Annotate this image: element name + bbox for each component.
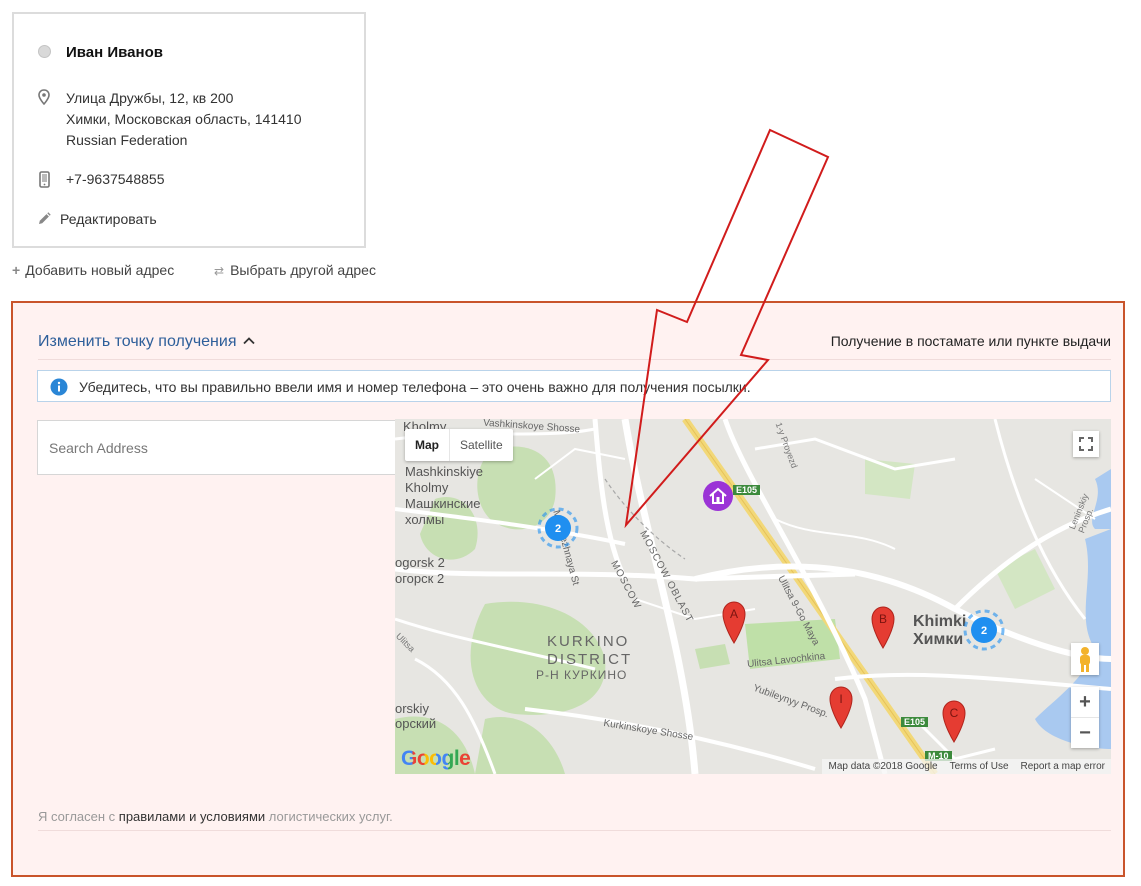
- map-label: Машкинские: [405, 496, 481, 511]
- search-address-input[interactable]: [37, 420, 397, 475]
- map-type-satellite-button[interactable]: Satellite: [449, 429, 513, 461]
- add-address-link[interactable]: + Добавить новый адрес: [12, 262, 174, 278]
- map-label: KURKINO: [547, 633, 630, 650]
- map-pin-a[interactable]: A: [721, 600, 747, 644]
- cluster-marker[interactable]: 2: [963, 609, 1005, 651]
- pin-label: C: [950, 706, 959, 720]
- map-type-map-button[interactable]: Map: [405, 429, 449, 461]
- terms-of-use-link[interactable]: Terms of Use: [944, 759, 1015, 774]
- zoom-in-button[interactable]: +: [1071, 687, 1099, 718]
- terms-suffix: логистических услуг.: [265, 809, 393, 824]
- terms-agreement: Я согласен с правилами и условиями логис…: [38, 809, 393, 824]
- google-logo[interactable]: Google: [401, 747, 471, 771]
- phone-number: +7-9637548855: [66, 171, 165, 187]
- map-attribution: Map data ©2018 Google Terms of Use Repor…: [822, 759, 1111, 774]
- fullscreen-button[interactable]: [1073, 431, 1099, 457]
- map-label: огорск 2: [395, 571, 445, 586]
- chevron-up-icon[interactable]: [243, 336, 255, 345]
- plus-icon: +: [12, 262, 21, 278]
- add-address-label: Добавить новый адрес: [25, 262, 175, 278]
- notice-text: Убедитесь, что вы правильно ввели имя и …: [79, 379, 751, 395]
- fullscreen-icon: [1079, 437, 1093, 451]
- pin-label: B: [879, 612, 887, 626]
- pencil-icon[interactable]: [37, 212, 51, 226]
- change-pickup-link[interactable]: Изменить точку получения: [38, 333, 237, 351]
- pin-label: A: [730, 607, 738, 621]
- highway-shield: E105: [901, 717, 929, 727]
- map-pin-b[interactable]: B: [870, 605, 896, 649]
- map-label: Химки: [913, 631, 964, 648]
- choose-address-label: Выбрать другой адрес: [230, 262, 376, 278]
- highway-shield: E105: [733, 485, 761, 495]
- edit-button[interactable]: Редактировать: [60, 211, 157, 227]
- map-pin-i[interactable]: I: [828, 685, 854, 729]
- map-label: DISTRICT: [547, 651, 633, 668]
- street-view-pegman[interactable]: [1071, 643, 1099, 675]
- zoom-out-button[interactable]: −: [1071, 718, 1099, 748]
- map-data-label: Map data ©2018 Google: [828, 761, 938, 772]
- address-lines: Улица Дружбы, 12, кв 200 Химки, Московск…: [66, 88, 301, 151]
- home-marker-icon[interactable]: [702, 480, 734, 512]
- terms-link[interactable]: правилами и условиями: [119, 809, 265, 824]
- cluster-count: 2: [555, 523, 561, 535]
- map-pin-c[interactable]: C: [941, 699, 967, 743]
- zoom-control: + −: [1071, 687, 1099, 748]
- recipient-name: Иван Иванов: [66, 44, 163, 61]
- divider: [38, 830, 1111, 831]
- cluster-count: 2: [981, 625, 987, 637]
- info-notice: Убедитесь, что вы правильно ввели имя и …: [37, 370, 1111, 402]
- address-city: Химки, Московская область, 141410: [66, 111, 302, 127]
- map-label: Mashkinskiye: [405, 464, 484, 479]
- map-tiles: [395, 419, 1111, 774]
- pegman-icon: [1080, 647, 1090, 672]
- pin-label: I: [839, 692, 842, 706]
- google-logo-text: Google: [401, 747, 471, 770]
- map-view[interactable]: Kholmy Vashkinskoye Shosse Mashkinskiye …: [395, 419, 1111, 774]
- divider: [38, 359, 1111, 360]
- choose-address-link[interactable]: ⇄ Выбрать другой адрес: [214, 262, 376, 278]
- map-label: Khimki: [913, 613, 967, 630]
- address-card: Иван Иванов Улица Дружбы, 12, кв 200 Хим…: [12, 12, 366, 248]
- address-country: Russian Federation: [66, 132, 188, 148]
- pin-icon: [38, 89, 50, 105]
- map-label: orskiy: [395, 701, 429, 716]
- pickup-mode-label: Получение в постамате или пункте выдачи: [830, 333, 1111, 349]
- info-icon: [50, 378, 68, 396]
- map-label: Р-Н КУРКИНО: [536, 668, 628, 682]
- map-label: орский: [395, 716, 437, 731]
- map-label: ogorsk 2: [395, 555, 445, 570]
- map-label: холмы: [405, 512, 445, 527]
- terms-prefix: Я согласен с: [38, 809, 119, 824]
- radio-icon[interactable]: [38, 45, 51, 58]
- map-label: Kholmy: [405, 480, 449, 495]
- swap-icon: ⇄: [214, 264, 225, 278]
- address-street: Улица Дружбы, 12, кв 200: [66, 90, 234, 106]
- pickup-panel: Изменить точку получения Получение в пос…: [11, 301, 1125, 877]
- report-map-error-link[interactable]: Report a map error: [1015, 759, 1111, 774]
- cluster-marker[interactable]: 2: [537, 507, 579, 549]
- map-type-control: Map Satellite: [405, 429, 513, 461]
- phone-icon: [39, 171, 50, 188]
